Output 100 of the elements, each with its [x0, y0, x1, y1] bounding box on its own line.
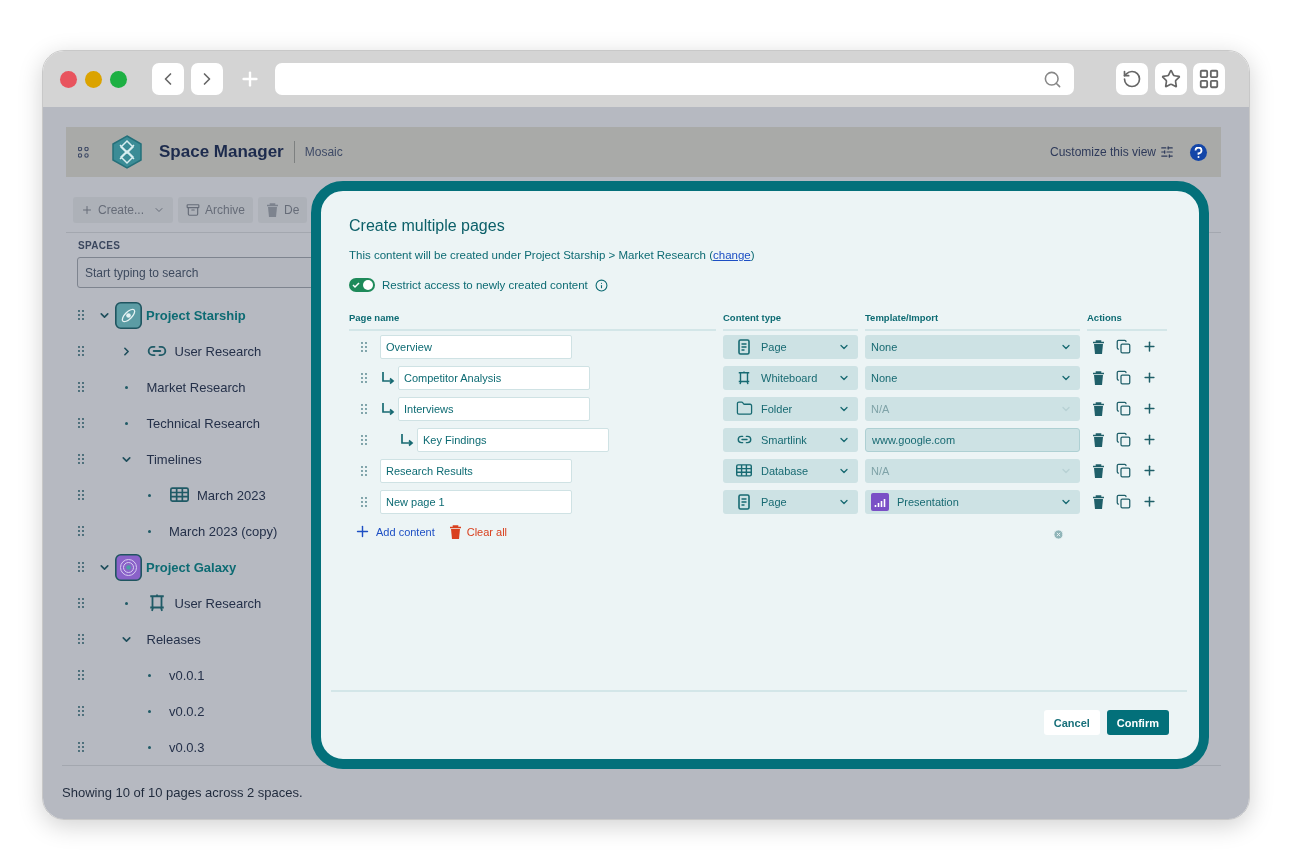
- cancel-button[interactable]: Cancel: [1043, 710, 1100, 735]
- add-icon[interactable]: [1142, 401, 1157, 416]
- tabs-button[interactable]: [1193, 63, 1225, 95]
- drag-handle-icon[interactable]: [78, 382, 84, 392]
- content-type-select[interactable]: Page: [723, 489, 858, 514]
- help-icon[interactable]: [1190, 143, 1207, 161]
- space-name[interactable]: Project Galaxy: [146, 559, 237, 575]
- star-icon: [1161, 69, 1181, 89]
- close-dot[interactable]: [60, 70, 77, 88]
- bullet: [125, 601, 128, 605]
- template-select[interactable]: None: [865, 334, 1080, 359]
- bullet: [147, 673, 151, 677]
- drag-handle-icon[interactable]: [78, 670, 84, 680]
- page-name[interactable]: Timelines: [146, 451, 202, 467]
- confirm-button[interactable]: Confirm: [1106, 710, 1169, 735]
- page-name[interactable]: Releases: [146, 631, 201, 647]
- content-type-select[interactable]: Whiteboard: [723, 365, 858, 390]
- forward-button[interactable]: [191, 63, 223, 95]
- chart-bars-icon: [871, 492, 889, 511]
- check-icon: [352, 281, 360, 289]
- delete-icon[interactable]: [1092, 339, 1105, 354]
- column-header: Page name: [349, 312, 716, 331]
- trash-icon[interactable]: [448, 524, 462, 539]
- drag-handle-icon[interactable]: [78, 526, 84, 536]
- drag-handle-icon[interactable]: [361, 434, 367, 445]
- page-name[interactable]: User Research: [174, 595, 262, 611]
- restrict-toggle[interactable]: [349, 278, 375, 292]
- template-select[interactable]: None: [865, 365, 1080, 390]
- add-icon[interactable]: [1142, 432, 1157, 447]
- document-icon: [738, 493, 750, 510]
- copy-icon[interactable]: [1116, 494, 1131, 509]
- easel-icon: [737, 370, 751, 385]
- copy-icon[interactable]: [1116, 339, 1131, 354]
- content-type-select[interactable]: Database: [723, 458, 858, 483]
- change-link[interactable]: change: [713, 249, 751, 261]
- drag-handle-icon[interactable]: [78, 634, 84, 644]
- drag-handle-icon[interactable]: [78, 562, 84, 572]
- minimize-dot[interactable]: [85, 70, 102, 88]
- content-type-select[interactable]: Smartlink: [723, 427, 858, 452]
- drag-handle-icon[interactable]: [361, 403, 367, 414]
- location-text: This content will be created under Project Starship > Market Research (change): [349, 249, 756, 261]
- url-field[interactable]: www.google.com: [865, 427, 1080, 452]
- grid-icon: [1198, 68, 1220, 90]
- copy-icon[interactable]: [1116, 463, 1131, 478]
- copy-icon[interactable]: [1116, 401, 1131, 416]
- drag-handle-icon[interactable]: [78, 454, 84, 464]
- plus-icon: [81, 204, 93, 216]
- page-name[interactable]: March 2023: [197, 487, 266, 503]
- page-name[interactable]: Market Research: [146, 379, 246, 395]
- delete-icon[interactable]: [1092, 432, 1105, 447]
- drag-handle-icon[interactable]: [78, 418, 84, 428]
- drag-handle-icon[interactable]: [78, 310, 84, 320]
- content-type-select[interactable]: Folder: [723, 396, 858, 421]
- drag-handle-icon[interactable]: [361, 372, 367, 383]
- delete-icon[interactable]: [1092, 463, 1105, 478]
- add-content-button[interactable]: Add content: [354, 523, 435, 540]
- space-name[interactable]: Project Starship: [146, 307, 246, 323]
- drag-handle-icon[interactable]: [78, 490, 84, 500]
- add-icon[interactable]: [1142, 494, 1157, 509]
- content-type-select[interactable]: Page: [723, 334, 858, 359]
- delete-icon[interactable]: [1092, 494, 1105, 509]
- page-name-field[interactable]: Key Findings: [417, 427, 609, 452]
- page-name[interactable]: March 2023 (copy): [169, 523, 278, 539]
- page-name[interactable]: v0.0.1: [169, 667, 205, 683]
- copy-icon[interactable]: [1116, 432, 1131, 447]
- page-name-field[interactable]: Research Results: [380, 458, 572, 483]
- bullet: [147, 529, 151, 533]
- copy-icon[interactable]: [1116, 370, 1131, 385]
- delete-icon[interactable]: [1092, 370, 1105, 385]
- drag-handle-icon[interactable]: [361, 341, 367, 352]
- page-name[interactable]: User Research: [174, 343, 262, 359]
- info-icon[interactable]: [594, 278, 608, 292]
- add-icon[interactable]: [1142, 339, 1157, 354]
- column-header: Template/Import: [865, 312, 1080, 331]
- drag-handle-icon[interactable]: [78, 706, 84, 716]
- back-button[interactable]: [152, 63, 184, 95]
- reload-button[interactable]: [1116, 63, 1148, 95]
- drag-handle-icon[interactable]: [361, 465, 367, 476]
- page-name-field[interactable]: New page 1: [380, 489, 572, 514]
- page-name-field[interactable]: Overview: [380, 334, 572, 359]
- page-name-field[interactable]: Interviews: [398, 396, 590, 421]
- page-name[interactable]: v0.0.2: [169, 703, 205, 719]
- page-name[interactable]: Technical Research: [146, 415, 260, 431]
- app-switcher-icon[interactable]: [78, 146, 89, 158]
- drag-handle-icon[interactable]: [361, 496, 367, 507]
- maximize-dot[interactable]: [110, 70, 127, 88]
- page-name-field[interactable]: Competitor Analysis: [398, 365, 590, 390]
- bookmark-button[interactable]: [1155, 63, 1187, 95]
- folder-icon: [735, 400, 753, 417]
- drag-handle-icon[interactable]: [78, 598, 84, 608]
- drag-handle-icon[interactable]: [78, 346, 84, 356]
- clear-all-button[interactable]: Clear all: [448, 524, 508, 539]
- add-icon[interactable]: [1142, 370, 1157, 385]
- table-icon: [736, 464, 752, 477]
- template-select[interactable]: Presentation: [865, 489, 1080, 514]
- customize-link[interactable]: Customize this view: [1049, 145, 1174, 159]
- drag-handle-icon[interactable]: [78, 742, 84, 752]
- delete-icon[interactable]: [1092, 401, 1105, 416]
- add-icon[interactable]: [1142, 463, 1157, 478]
- page-name[interactable]: v0.0.3: [169, 739, 205, 755]
